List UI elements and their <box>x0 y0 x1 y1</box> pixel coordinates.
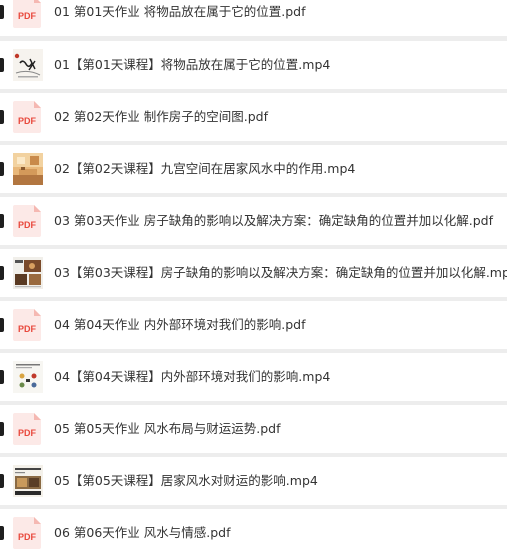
pdf-file-icon: PDF <box>13 205 43 237</box>
file-name: 01 第01天作业 将物品放在属于它的位置.pdf <box>54 0 306 36</box>
video-thumbnail-slide <box>13 465 43 497</box>
file-name: 05【第05天课程】居家风水对财运的影响.mp4 <box>54 457 318 505</box>
video-thumbnail-photos <box>13 257 43 289</box>
file-row[interactable]: 03【第03天课程】房子缺角的影响以及解决方案：确定缺角的位置并加以化解.mp4 <box>0 249 507 297</box>
file-row[interactable]: 01【第01天课程】将物品放在属于它的位置.mp4 <box>0 41 507 89</box>
pdf-file-icon: PDF <box>13 309 43 341</box>
row-marker <box>0 58 4 72</box>
svg-text:PDF: PDF <box>18 532 37 542</box>
file-name: 06 第06天作业 风水与情感.pdf <box>54 509 231 557</box>
file-row[interactable]: PDF 02 第02天作业 制作房子的空间图.pdf <box>0 93 507 141</box>
row-marker <box>0 526 4 540</box>
row-marker <box>0 266 4 280</box>
pdf-file-icon: PDF <box>13 101 43 133</box>
file-name: 01【第01天课程】将物品放在属于它的位置.mp4 <box>54 41 330 89</box>
svg-text:PDF: PDF <box>18 428 37 438</box>
file-list: PDF 01 第01天作业 将物品放在属于它的位置.pdf 01【第01天课程】… <box>0 0 507 540</box>
video-thumbnail-room <box>13 153 43 185</box>
file-row[interactable]: PDF 05 第05天作业 风水布局与财运运势.pdf <box>0 405 507 453</box>
row-marker <box>0 162 4 176</box>
svg-text:PDF: PDF <box>18 116 37 126</box>
row-marker <box>0 318 4 332</box>
file-row[interactable]: PDF 06 第06天作业 风水与情感.pdf <box>0 509 507 557</box>
row-marker <box>0 370 4 384</box>
svg-text:PDF: PDF <box>18 220 37 230</box>
row-marker <box>0 110 4 124</box>
file-name: 04 第04天作业 内外部环境对我们的影响.pdf <box>54 301 306 349</box>
file-row[interactable]: 02【第02天课程】九宫空间在居家风水中的作用.mp4 <box>0 145 507 193</box>
file-row[interactable]: 04【第04天课程】内外部环境对我们的影响.mp4 <box>0 353 507 401</box>
pdf-file-icon: PDF <box>13 0 43 28</box>
row-marker <box>0 474 4 488</box>
row-marker <box>0 5 4 19</box>
video-thumbnail-diagram <box>13 361 43 393</box>
row-marker <box>0 422 4 436</box>
pdf-file-icon: PDF <box>13 413 43 445</box>
pdf-file-icon: PDF <box>13 517 43 549</box>
file-name: 05 第05天作业 风水布局与财运运势.pdf <box>54 405 281 453</box>
file-row[interactable]: PDF 04 第04天作业 内外部环境对我们的影响.pdf <box>0 301 507 349</box>
row-marker <box>0 214 4 228</box>
file-name: 03【第03天课程】房子缺角的影响以及解决方案：确定缺角的位置并加以化解.mp4 <box>54 249 507 297</box>
file-name: 02【第02天课程】九宫空间在居家风水中的作用.mp4 <box>54 145 355 193</box>
svg-text:PDF: PDF <box>18 324 37 334</box>
file-row[interactable]: PDF 03 第03天作业 房子缺角的影响以及解决方案：确定缺角的位置并加以化解… <box>0 197 507 245</box>
file-row[interactable]: 05【第05天课程】居家风水对财运的影响.mp4 <box>0 457 507 505</box>
file-name: 03 第03天作业 房子缺角的影响以及解决方案：确定缺角的位置并加以化解.pdf <box>54 197 493 245</box>
file-name: 04【第04天课程】内外部环境对我们的影响.mp4 <box>54 353 330 401</box>
svg-text:PDF: PDF <box>18 11 37 21</box>
file-name: 02 第02天作业 制作房子的空间图.pdf <box>54 93 268 141</box>
file-row[interactable]: PDF 01 第01天作业 将物品放在属于它的位置.pdf <box>0 0 507 36</box>
video-thumbnail-calligraphy <box>13 49 43 81</box>
